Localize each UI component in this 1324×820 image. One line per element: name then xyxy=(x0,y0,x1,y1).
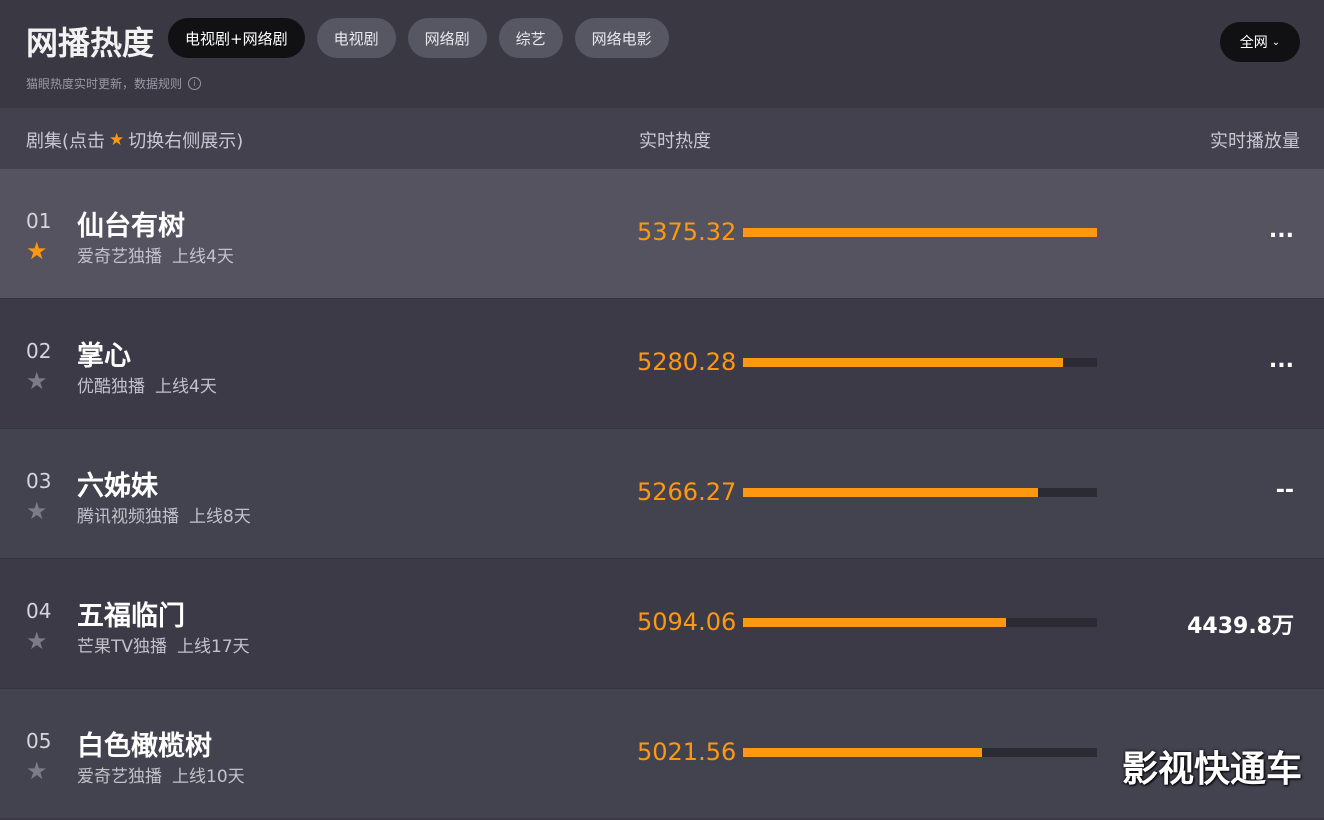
ranking-list: 01 ★ 仙台有树 爱奇艺独播 上线4天 5375.32 ... 02 ★ 掌心… xyxy=(0,169,1324,818)
show-meta: 爱奇艺独播 上线4天 xyxy=(77,242,234,267)
platform-label: 腾讯视频独播 xyxy=(77,507,179,527)
heat-bar xyxy=(743,748,1097,757)
heat-bar-fill xyxy=(743,618,1006,627)
table-row[interactable]: 02 ★ 掌心 优酷独播 上线4天 5280.28 ... xyxy=(0,299,1324,429)
heat-value: 5280.28 xyxy=(637,348,737,376)
tab-web-movie[interactable]: 网络电影 xyxy=(574,18,669,58)
heat-value: 5266.27 xyxy=(637,478,737,506)
table-row[interactable]: 04 ★ 五福临门 芒果TV独播 上线17天 5094.06 4439.8万 xyxy=(0,559,1324,689)
rank-number: 04 xyxy=(26,599,52,623)
page-title: 网播热度 xyxy=(26,24,155,62)
scope-dropdown[interactable]: 全网 ⌄ xyxy=(1220,22,1300,62)
online-days: 上线8天 xyxy=(189,507,251,527)
column-title: 剧集(点击 ★ 切换右侧展示) xyxy=(26,127,243,153)
table-row[interactable]: 03 ★ 六姊妹 腾讯视频独播 上线8天 5266.27 -- xyxy=(0,429,1324,559)
rank-number: 01 xyxy=(26,209,52,233)
watermark-text: 影视快通车 xyxy=(1121,749,1302,790)
heat-bar-fill xyxy=(743,228,1097,237)
show-name: 五福临门 xyxy=(77,601,185,632)
heat-bar-fill xyxy=(743,358,1064,367)
update-note: 猫眼热度实时更新，数据规则 i xyxy=(26,75,202,92)
chevron-down-icon: ⌄ xyxy=(1271,36,1281,48)
star-icon[interactable]: ★ xyxy=(26,499,48,523)
show-name: 六姊妹 xyxy=(77,471,158,502)
heat-bar-fill xyxy=(743,748,982,757)
show-name: 仙台有树 xyxy=(77,211,185,242)
column-title-suffix: 切换右侧展示) xyxy=(128,131,244,152)
online-days: 上线10天 xyxy=(172,767,245,787)
tab-web-series[interactable]: 网络剧 xyxy=(407,18,487,58)
info-icon[interactable]: i xyxy=(188,77,202,90)
heat-value: 5021.56 xyxy=(637,738,737,766)
scope-label: 全网 xyxy=(1239,35,1268,51)
tab-tv-and-web[interactable]: 电视剧+网络剧 xyxy=(168,18,305,58)
heat-value: 5375.32 xyxy=(637,218,737,246)
star-icon[interactable]: ★ xyxy=(26,759,48,783)
heat-bar-fill xyxy=(743,488,1038,497)
show-meta: 腾讯视频独播 上线8天 xyxy=(77,502,251,527)
star-icon: ★ xyxy=(109,130,125,150)
star-icon[interactable]: ★ xyxy=(26,629,48,653)
heat-bar xyxy=(743,228,1097,237)
star-icon[interactable]: ★ xyxy=(26,369,48,393)
plays-value: 4439.8万 xyxy=(1187,614,1294,639)
plays-value: ... xyxy=(1268,218,1294,243)
update-note-text: 猫眼热度实时更新，数据规则 xyxy=(26,77,183,91)
rank-number: 05 xyxy=(26,729,52,753)
show-meta: 芒果TV独播 上线17天 xyxy=(77,632,250,657)
platform-label: 爱奇艺独播 xyxy=(77,767,162,787)
show-name: 白色橄榄树 xyxy=(77,731,212,762)
plays-value: ... xyxy=(1268,348,1294,373)
table-row[interactable]: 05 ★ 白色橄榄树 爱奇艺独播 上线10天 5021.56 影视快通车 xyxy=(0,689,1324,818)
heat-bar xyxy=(743,618,1097,627)
table-row[interactable]: 01 ★ 仙台有树 爱奇艺独播 上线4天 5375.32 ... xyxy=(0,169,1324,299)
heat-value: 5094.06 xyxy=(637,608,737,636)
platform-label: 芒果TV独播 xyxy=(77,637,168,657)
column-plays: 实时播放量 xyxy=(1210,131,1300,152)
platform-label: 优酷独播 xyxy=(77,377,145,397)
rank-number: 03 xyxy=(26,469,52,493)
online-days: 上线4天 xyxy=(155,377,217,397)
platform-label: 爱奇艺独播 xyxy=(77,247,162,267)
plays-value: -- xyxy=(1275,478,1294,503)
online-days: 上线4天 xyxy=(172,247,234,267)
star-icon[interactable]: ★ xyxy=(26,239,48,263)
top-bar: 网播热度 电视剧+网络剧 电视剧 网络剧 综艺 网络电影 全网 ⌄ 猫眼热度实时… xyxy=(0,0,1324,108)
column-title-prefix: 剧集(点击 xyxy=(26,131,106,152)
online-days: 上线17天 xyxy=(177,637,250,657)
heat-bar xyxy=(743,488,1097,497)
show-meta: 爱奇艺独播 上线10天 xyxy=(77,762,245,787)
show-name: 掌心 xyxy=(77,341,131,372)
category-tabs: 电视剧+网络剧 电视剧 网络剧 综艺 网络电影 xyxy=(168,18,669,58)
tab-variety[interactable]: 综艺 xyxy=(498,18,563,58)
heat-bar xyxy=(743,358,1097,367)
table-header: 剧集(点击 ★ 切换右侧展示) 实时热度 实时播放量 xyxy=(0,108,1324,169)
show-meta: 优酷独播 上线4天 xyxy=(77,372,217,397)
column-heat: 实时热度 xyxy=(639,131,711,152)
rank-number: 02 xyxy=(26,339,52,363)
tab-tv[interactable]: 电视剧 xyxy=(316,18,396,58)
